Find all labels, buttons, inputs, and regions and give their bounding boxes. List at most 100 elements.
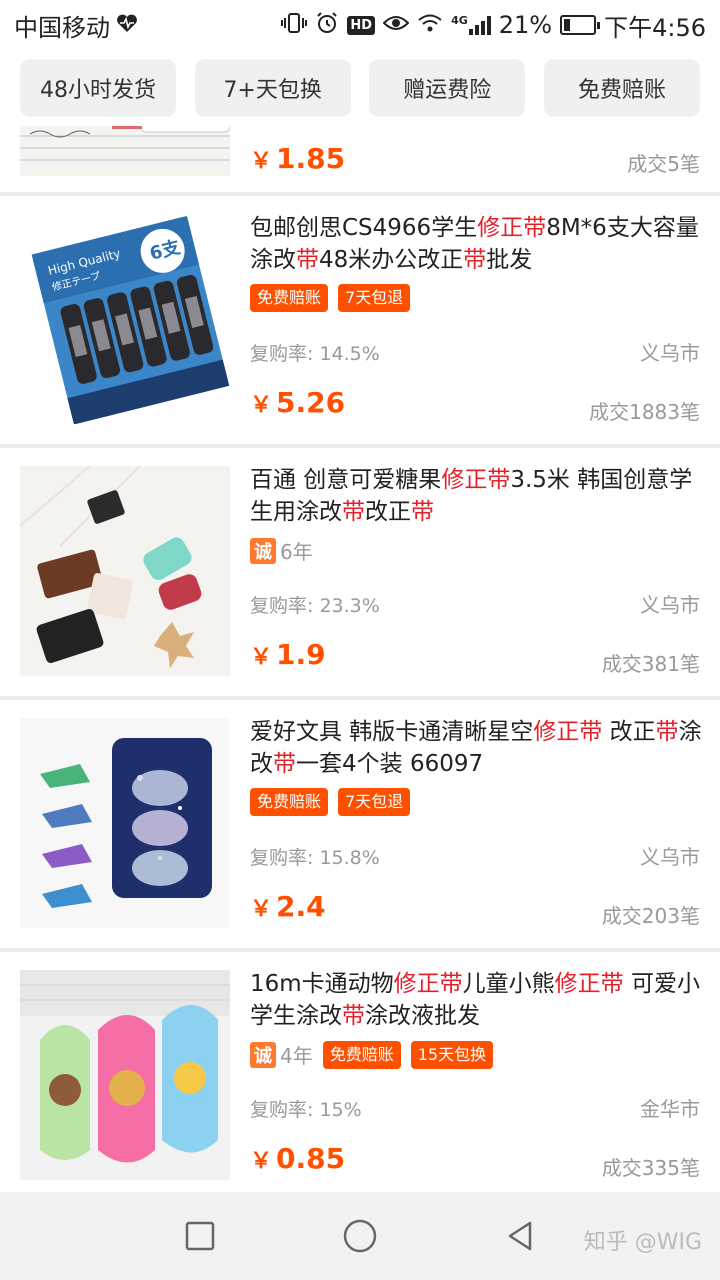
price-value: 1.9	[276, 638, 326, 671]
hd-icon: HD	[347, 15, 376, 35]
sold-count: 成交5笔	[627, 152, 700, 176]
trust-years: 6年	[280, 540, 313, 564]
status-bar: 中国移动 HD 4G 21% 下午4:56	[0, 0, 720, 50]
list-item[interactable]: 16m卡通动物修正带儿童小熊修正带 可爱小学生涂改带涂改液批发 诚 4年 免费赔…	[0, 952, 720, 1192]
title-text: 48米办公改正	[319, 247, 464, 273]
alarm-icon	[315, 11, 339, 40]
currency-symbol: ￥	[250, 897, 273, 922]
price-value: 2.4	[276, 890, 326, 923]
title-text: 改正	[365, 499, 411, 525]
repurchase-rate: 复购率: 23.3%	[250, 595, 380, 617]
battery-icon	[560, 15, 601, 35]
filter-free-compensation[interactable]: 免费赔账	[543, 59, 700, 117]
title-text: 改正	[602, 719, 656, 745]
trust-badge: 诚 6年	[250, 536, 313, 565]
heartbeat-icon	[116, 13, 138, 38]
title-keyword: 带	[463, 247, 487, 273]
title-text: 一套4个装 66097	[296, 751, 484, 777]
carrier-label: 中国移动	[14, 13, 110, 42]
eye-icon	[382, 14, 410, 37]
price: ￥ 5.26	[250, 386, 345, 419]
repurchase-rate: 复购率: 14.5%	[250, 343, 380, 365]
back-button[interactable]	[500, 1216, 540, 1256]
product-title[interactable]: 百通 创意可爱糖果修正带3.5米 韩国创意学生用涂改带改正带	[250, 464, 702, 528]
product-title[interactable]: 16m卡通动物修正带儿童小熊修正带 可爱小学生涂改带涂改液批发	[250, 968, 702, 1032]
watermark: 知乎 @WIG	[583, 1230, 702, 1255]
sold-count: 成交203笔	[601, 904, 700, 928]
title-keyword: 带	[342, 1003, 365, 1029]
price: ￥ 0.85	[250, 1142, 345, 1175]
sold-count: 成交1883笔	[589, 400, 700, 424]
price-value: 1.85	[276, 142, 346, 175]
price-value: 0.85	[276, 1142, 346, 1175]
title-keyword: 修正带	[554, 971, 624, 997]
product-image[interactable]	[20, 970, 230, 1180]
product-image[interactable]	[20, 466, 230, 676]
trust-badge: 诚 4年	[250, 1040, 313, 1069]
price: ￥ 1.85	[250, 142, 345, 175]
repurchase-rate: 复购率: 15.8%	[250, 847, 380, 869]
repurchase-rate: 复购率: 15%	[250, 1099, 362, 1121]
product-image[interactable]: High Quality 修正テープ 6支	[20, 214, 230, 424]
title-keyword: 修正带	[441, 467, 511, 493]
vibrate-icon	[281, 12, 308, 39]
tag-7day-return: 7天包退	[338, 284, 411, 312]
currency-symbol: ￥	[250, 1149, 273, 1174]
wifi-icon	[417, 13, 443, 38]
price: ￥ 2.4	[250, 890, 326, 923]
location: 金华市	[640, 1097, 700, 1121]
currency-symbol: ￥	[250, 645, 273, 670]
title-keyword: 修正带	[393, 971, 463, 997]
tag-free-compensation: 免费赔账	[322, 1040, 401, 1069]
product-image[interactable]	[20, 718, 230, 928]
product-title[interactable]: 包邮创思CS4966学生修正带8M*6支大容量涂改带48米办公改正带批发	[250, 212, 702, 276]
title-text: 16m卡通动物	[250, 971, 394, 997]
filter-7day-exchange[interactable]: 7+天包换	[194, 59, 351, 117]
title-text: 爱好文具 韩版卡通清晰星空	[250, 719, 534, 745]
recent-apps-button[interactable]	[180, 1216, 220, 1256]
list-item[interactable]: 爱好文具 韩版卡通清晰星空修正带 改正带涂改带一套4个装 66097 免费赔账 …	[0, 700, 720, 948]
list-item[interactable]: High Quality 修正テープ 6支 包邮创思CS4966学生修正带8M*…	[0, 196, 720, 444]
product-list: ￥ 1.85 成交5笔 High Quality 修正テープ 6支 包邮创思CS…	[0, 126, 720, 1192]
square-icon	[185, 1221, 215, 1251]
tag-15day-exchange: 15天包换	[410, 1040, 494, 1069]
sold-count: 成交335笔	[601, 1156, 700, 1180]
service-tags: 诚 6年	[250, 536, 313, 565]
circle-icon	[343, 1219, 377, 1253]
filter-48h-shipping[interactable]: 48小时发货	[20, 59, 176, 117]
back-triangle-icon	[508, 1221, 532, 1251]
service-tags: 诚 4年 免费赔账 15天包换	[250, 1040, 494, 1069]
product-title[interactable]: 爱好文具 韩版卡通清晰星空修正带 改正带涂改带一套4个装 66097	[250, 716, 702, 780]
title-keyword: 带	[342, 499, 365, 525]
location: 义乌市	[640, 341, 700, 365]
sold-count: 成交381笔	[601, 652, 700, 676]
list-item[interactable]: 百通 创意可爱糖果修正带3.5米 韩国创意学生用涂改带改正带 诚 6年 复购率:…	[0, 448, 720, 696]
filter-shipping-insurance[interactable]: 赠运费险	[369, 59, 526, 117]
title-keyword: 修正带	[533, 719, 603, 745]
currency-symbol: ￥	[250, 149, 273, 174]
tag-free-compensation: 免费赔账	[250, 284, 329, 312]
title-text: 批发	[486, 247, 533, 273]
trust-years: 4年	[280, 1044, 313, 1068]
location: 义乌市	[640, 845, 700, 869]
clock: 下午4:56	[604, 13, 706, 42]
currency-symbol: ￥	[250, 393, 273, 418]
tag-7day-return: 7天包退	[338, 788, 411, 816]
home-button[interactable]	[340, 1216, 380, 1256]
cheng-icon: 诚	[250, 537, 276, 564]
title-text: 包邮创思CS4966学生	[250, 215, 478, 241]
list-item[interactable]: ￥ 1.85 成交5笔	[0, 126, 720, 192]
title-keyword: 修正带	[477, 215, 547, 241]
title-keyword: 带	[273, 751, 296, 777]
cheng-icon: 诚	[250, 1041, 276, 1068]
status-bar-right: HD 4G 21% 下午4:56	[281, 8, 706, 43]
product-image[interactable]	[20, 126, 230, 176]
tag-free-compensation: 免费赔账	[250, 788, 329, 816]
title-text: 儿童小熊	[462, 971, 555, 997]
service-tags: 免费赔账 7天包退	[250, 788, 411, 816]
service-tags: 免费赔账 7天包退	[250, 284, 411, 312]
battery-fill	[564, 19, 571, 31]
title-keyword: 带	[411, 499, 434, 525]
signal-bars	[468, 15, 491, 35]
network-label: 4G	[451, 14, 468, 27]
